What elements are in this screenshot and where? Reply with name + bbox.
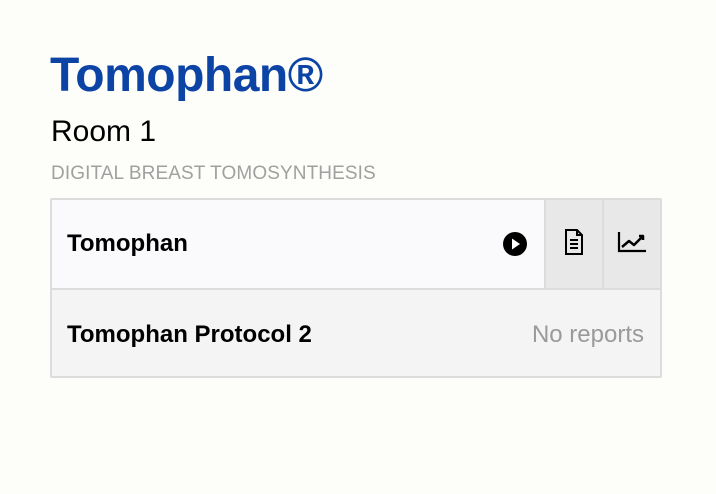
- protocol-panel: Tomophan Tomophan Protocol 2 No reports: [50, 198, 662, 378]
- report-button[interactable]: [544, 200, 602, 288]
- report-status: No reports: [531, 321, 644, 348]
- play-icon[interactable]: [502, 231, 528, 257]
- modality-subtitle: DIGITAL BREAST TOMOSYNTHESIS: [51, 163, 376, 184]
- protocol-row: Tomophan Protocol 2 No reports: [52, 290, 660, 380]
- room-title: Room 1: [51, 115, 157, 148]
- protocol-row: Tomophan: [52, 200, 660, 290]
- protocol-title: Tomophan: [67, 230, 188, 257]
- protocol-title: Tomophan Protocol 2: [67, 321, 312, 348]
- brand-title: Tomophan®: [50, 49, 323, 102]
- trend-button[interactable]: [602, 200, 660, 288]
- document-icon: [562, 228, 586, 261]
- trend-chart-icon: [615, 228, 649, 261]
